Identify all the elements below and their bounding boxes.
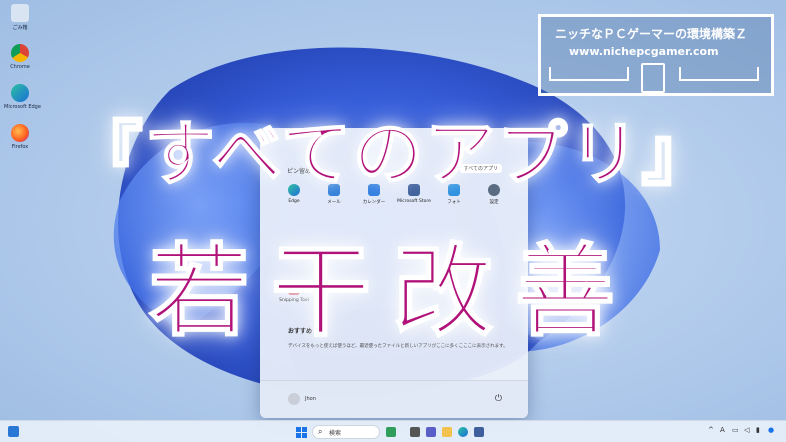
taskbar: ⌕ 検索 ^ A ▭ ◁ ▮ ● <box>0 420 786 442</box>
recycle-bin-icon <box>11 4 29 22</box>
logo-bracket-left <box>549 67 629 81</box>
search-icon: ⌕ <box>318 427 323 436</box>
search-label: 検索 <box>329 430 342 437</box>
desktop-icon-chrome[interactable]: Chrome <box>4 44 36 70</box>
app-label: 設定 <box>489 200 499 205</box>
notification-icon[interactable]: ● <box>768 426 774 434</box>
teams-icon[interactable] <box>426 427 436 437</box>
input-language[interactable]: A <box>720 426 725 434</box>
chrome-icon <box>11 44 29 62</box>
logo-bracket-right <box>679 67 759 81</box>
edge-icon[interactable] <box>458 427 468 437</box>
app-label: Edge <box>288 199 300 204</box>
logo-title: ニッチなＰＣゲーマーの環境構築Ｚ <box>555 27 748 41</box>
app-label: Microsoft Store <box>397 199 431 204</box>
chevron-up-icon[interactable]: ^ <box>708 426 714 434</box>
taskbar-search-box[interactable]: ⌕ 検索 <box>312 425 380 439</box>
avatar[interactable] <box>288 393 300 405</box>
pc-tower-icon <box>641 63 665 93</box>
file-explorer-icon[interactable] <box>442 427 452 437</box>
app-label: カレンダー <box>362 200 386 205</box>
taskbar-app-1[interactable] <box>386 427 396 437</box>
power-icon[interactable]: ⏻ <box>495 394 502 404</box>
banner-title-line2: 若干改善 <box>148 232 637 351</box>
desktop-icon-label: ごみ箱 <box>12 25 28 31</box>
banner-title-line1: 『すべてのアプリ』 <box>72 112 714 196</box>
start-menu-footer: Jhon ⏻ <box>260 380 528 418</box>
windows-start-icon[interactable] <box>296 427 307 438</box>
volume-icon[interactable]: ◁ <box>744 426 749 434</box>
battery-icon[interactable]: ▮ <box>756 426 760 434</box>
widgets-icon[interactable] <box>8 426 19 437</box>
user-name[interactable]: Jhon <box>305 396 316 402</box>
app-label: フォト <box>447 200 461 205</box>
logo-url: www.nichepcgamer.com <box>569 45 719 58</box>
desktop-icon-label: Chrome <box>10 64 30 70</box>
network-icon[interactable]: ▭ <box>732 426 739 434</box>
store-icon[interactable] <box>474 427 484 437</box>
desktop-icon-recycle-bin[interactable]: ごみ箱 <box>4 4 36 31</box>
site-logo: ニッチなＰＣゲーマーの環境構築Ｚ www.nichepcgamer.com <box>538 14 774 96</box>
app-label: メール <box>327 200 341 205</box>
task-view-icon[interactable] <box>410 427 420 437</box>
